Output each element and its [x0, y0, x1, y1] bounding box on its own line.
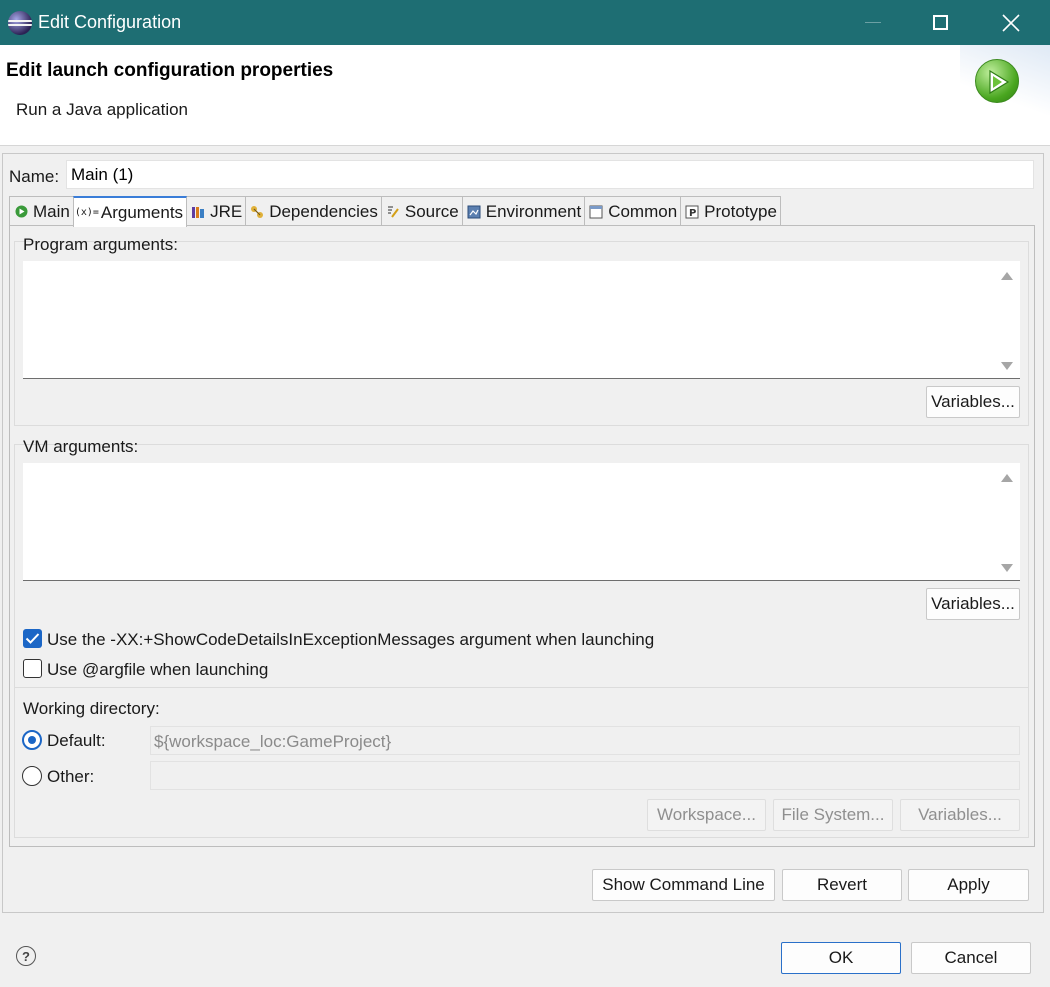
argfile-checkbox[interactable]: [23, 659, 42, 678]
other-directory-radio[interactable]: [22, 766, 42, 786]
program-arguments-textarea[interactable]: [23, 261, 1020, 379]
maximize-button[interactable]: [905, 0, 975, 45]
argfile-label[interactable]: Use @argfile when launching: [47, 660, 268, 680]
dialog-header: Edit launch configuration properties Run…: [0, 45, 1050, 146]
window-title: Edit Configuration: [38, 12, 182, 32]
checkmark-icon: [25, 633, 40, 644]
working-directory-variables-button[interactable]: Variables...: [900, 799, 1020, 831]
program-arguments-label: Program arguments:: [23, 235, 178, 254]
svg-text:P: P: [689, 208, 696, 219]
run-icon: [975, 59, 1019, 103]
header-subtitle: Run a Java application: [16, 100, 189, 119]
header-title: Edit launch configuration properties: [6, 60, 334, 81]
revert-button[interactable]: Revert: [782, 869, 902, 901]
apply-button[interactable]: Apply: [908, 869, 1029, 901]
jre-tab-icon: [191, 205, 205, 219]
help-icon[interactable]: ?: [16, 946, 36, 966]
file-system-button[interactable]: File System...: [773, 799, 893, 831]
tab-label: Dependencies: [269, 201, 378, 221]
tab-source[interactable]: Source: [380, 196, 463, 226]
show-code-details-label[interactable]: Use the -XX:+ShowCodeDetailsInExceptionM…: [47, 630, 654, 650]
name-field[interactable]: [66, 160, 1034, 189]
minimize-icon: [865, 22, 881, 23]
tab-label: JRE: [210, 201, 243, 221]
source-tab-icon: [386, 205, 400, 219]
maximize-icon: [932, 15, 948, 30]
prototype-tab-icon: P: [685, 205, 699, 219]
environment-tab-icon: [467, 205, 481, 219]
other-directory-label[interactable]: Other:: [47, 767, 94, 787]
show-command-line-button[interactable]: Show Command Line: [592, 869, 775, 901]
tab-arguments[interactable]: (x)= Arguments: [72, 196, 188, 227]
tab-label: Arguments: [100, 202, 184, 222]
scroll-down-icon[interactable]: [1001, 564, 1013, 572]
vm-arguments-textarea[interactable]: [23, 463, 1020, 581]
eclipse-icon: [8, 10, 32, 35]
scroll-up-icon[interactable]: [1001, 272, 1013, 280]
cancel-button[interactable]: Cancel: [911, 942, 1031, 974]
dependencies-tab-icon: [250, 205, 264, 219]
scroll-up-icon[interactable]: [1001, 474, 1013, 482]
close-icon: [1002, 13, 1020, 32]
workspace-button[interactable]: Workspace...: [647, 799, 766, 831]
vm-variables-button[interactable]: Variables...: [926, 588, 1020, 620]
tab-bar: Main (x)= Arguments JRE Dependencies Sou…: [9, 196, 781, 227]
default-directory-field: ${workspace_loc:GameProject}: [150, 726, 1020, 755]
tab-main[interactable]: Main: [9, 196, 74, 226]
other-directory-field: [150, 761, 1020, 790]
name-label: Name:: [9, 167, 60, 186]
tab-label: Main: [33, 201, 70, 221]
main-tab-icon: [14, 205, 28, 219]
tab-label: Common: [608, 201, 678, 221]
minimize-button[interactable]: [838, 0, 908, 45]
default-directory-label[interactable]: Default:: [47, 731, 106, 751]
program-variables-button[interactable]: Variables...: [926, 386, 1020, 418]
arguments-tab-icon: (x)=: [74, 207, 99, 218]
tab-dependencies[interactable]: Dependencies: [245, 196, 382, 226]
ok-button[interactable]: OK: [781, 942, 901, 974]
window-titlebar: Edit Configuration: [0, 0, 1050, 45]
vm-arguments-label: VM arguments:: [23, 437, 139, 456]
tab-label: Prototype: [704, 201, 777, 221]
scroll-down-icon[interactable]: [1001, 362, 1013, 370]
default-directory-radio[interactable]: [22, 730, 42, 750]
show-code-details-checkbox[interactable]: [23, 629, 42, 648]
tab-environment[interactable]: Environment: [461, 196, 586, 226]
tab-label: Environment: [485, 201, 582, 221]
working-directory-label: Working directory:: [23, 699, 160, 718]
tab-common[interactable]: Common: [584, 196, 682, 226]
close-button[interactable]: [976, 0, 1046, 45]
tab-label: Source: [404, 201, 459, 221]
common-tab-icon: [589, 205, 603, 219]
tab-jre[interactable]: JRE: [186, 196, 247, 226]
tab-prototype[interactable]: P Prototype: [680, 196, 781, 226]
